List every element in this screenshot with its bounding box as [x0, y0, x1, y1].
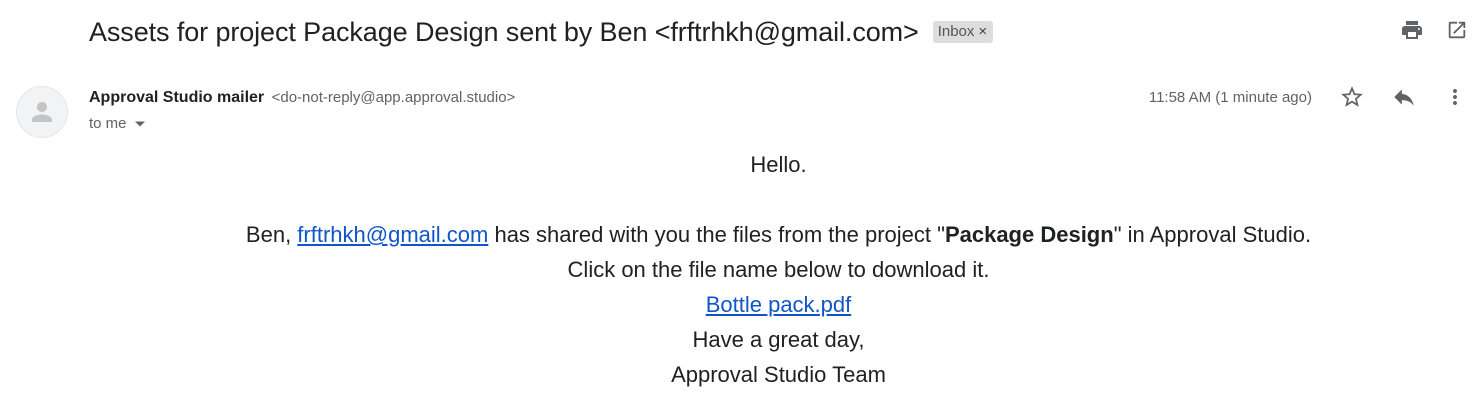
- download-instruction: Click on the file name below to download…: [567, 257, 990, 282]
- share-middle: has shared with you the files from the p…: [488, 222, 945, 247]
- file-link-row: Bottle pack.pdf: [0, 287, 1479, 322]
- message-actions: [1339, 84, 1467, 110]
- label-text: Inbox: [937, 23, 975, 40]
- more-vert-icon[interactable]: [1443, 85, 1467, 109]
- avatar: [16, 86, 68, 138]
- email-subject: Assets for project Package Design sent b…: [89, 16, 919, 47]
- share-prefix: Ben,: [245, 222, 298, 247]
- sender-line: Approval Studio mailer <do-not-reply@app…: [89, 89, 515, 107]
- star-icon[interactable]: [1339, 84, 1365, 110]
- reply-icon[interactable]: [1391, 84, 1417, 110]
- greeting: Hello.: [750, 152, 807, 177]
- caret-down-icon[interactable]: [134, 120, 146, 128]
- recipient-text: to me: [89, 115, 127, 132]
- share-message: Ben, frftrhkh@gmail.com has shared with …: [0, 217, 1479, 252]
- share-suffix: " in Approval Studio.: [1113, 222, 1312, 247]
- remove-label-icon[interactable]: ×: [978, 21, 987, 43]
- signature: Approval Studio Team: [671, 362, 886, 387]
- sender-email-link[interactable]: frftrhkh@gmail.com: [297, 222, 488, 247]
- message-body: Hello. Ben, frftrhkh@gmail.com has share…: [0, 147, 1479, 392]
- closing: Have a great day,: [692, 327, 865, 352]
- recipient-line: to me: [89, 115, 146, 132]
- print-icon[interactable]: [1400, 18, 1424, 42]
- person-icon: [32, 102, 52, 122]
- sender-email: <do-not-reply@app.approval.studio>: [271, 89, 516, 106]
- project-name: Package Design: [944, 222, 1114, 247]
- open-in-new-window-icon[interactable]: [1446, 18, 1468, 42]
- file-download-link[interactable]: Bottle pack.pdf: [706, 292, 852, 317]
- subject-row: Assets for project Package Design sent b…: [89, 12, 994, 52]
- timestamp: 11:58 AM (1 minute ago): [1148, 89, 1312, 106]
- sender-name[interactable]: Approval Studio mailer: [89, 89, 264, 106]
- thread-actions: [1400, 18, 1468, 42]
- inbox-label-chip[interactable]: Inbox ×: [932, 21, 994, 43]
